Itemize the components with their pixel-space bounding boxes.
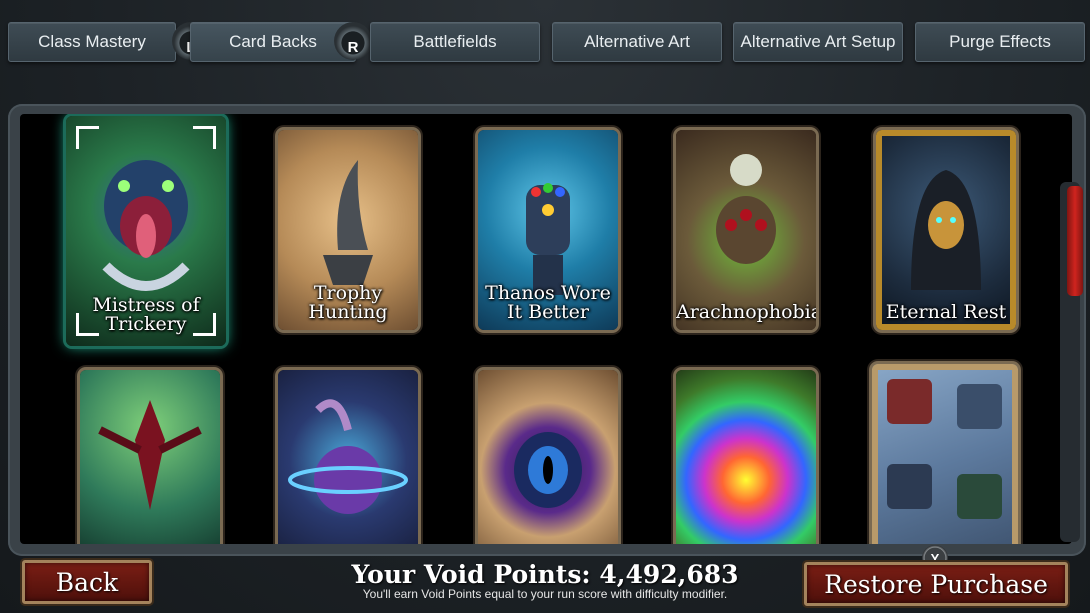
card-grid: Mistress of Trickery Trophy Hunting Than… bbox=[20, 114, 1072, 544]
tab-bar: Class Mastery L Card Backs R Battlefield… bbox=[0, 0, 1090, 72]
scrollbar-thumb[interactable] bbox=[1067, 186, 1083, 296]
selection-corner bbox=[193, 126, 216, 149]
tab-class-mastery[interactable]: Class Mastery bbox=[8, 22, 176, 62]
demon-icon bbox=[98, 400, 202, 510]
card-back-panel: Mistress of Trickery Trophy Hunting Than… bbox=[8, 104, 1086, 556]
card-back-eternal-rest[interactable]: Eternal Rest bbox=[876, 130, 1016, 330]
tab-alternative-art[interactable]: Alternative Art bbox=[552, 22, 722, 62]
card-title: Arachnophobia bbox=[676, 303, 816, 322]
swirl-art bbox=[676, 370, 816, 544]
card-back-void-eye[interactable] bbox=[478, 370, 618, 544]
tab-alternative-art-setup[interactable]: Alternative Art Setup bbox=[733, 22, 903, 62]
selection-corner bbox=[76, 126, 99, 149]
skull-spider-icon bbox=[716, 154, 776, 264]
card-title: Trophy Hunting bbox=[278, 284, 418, 322]
card-title: Eternal Rest bbox=[876, 303, 1016, 322]
bumper-right-icon[interactable]: R bbox=[334, 22, 372, 60]
card-back-tentacle-planet[interactable] bbox=[278, 370, 418, 544]
rune-dice-icon bbox=[887, 379, 1002, 519]
card-title-line: Hunting bbox=[308, 301, 388, 323]
hooded-reaper-icon bbox=[911, 170, 981, 290]
tentacle-planet-icon bbox=[288, 399, 408, 514]
tab-purge-effects[interactable]: Purge Effects bbox=[915, 22, 1085, 62]
card-title-line: Arachnophobia bbox=[676, 301, 816, 323]
card-title-line: Trickery bbox=[105, 313, 187, 335]
card-back-rune-dice[interactable] bbox=[872, 364, 1018, 544]
tab-card-backs[interactable]: Card Backs bbox=[190, 22, 356, 62]
eye-icon bbox=[514, 432, 582, 508]
card-back-demon[interactable] bbox=[80, 370, 220, 544]
card-back-trophy-hunting[interactable]: Trophy Hunting bbox=[278, 130, 418, 330]
tab-battlefields[interactable]: Battlefields bbox=[370, 22, 540, 62]
card-back-rainbow-swirl[interactable] bbox=[676, 370, 816, 544]
card-back-thanos-wore-it-better[interactable]: Thanos Wore It Better bbox=[478, 130, 618, 330]
card-title: Thanos Wore It Better bbox=[478, 284, 618, 322]
card-back-mistress-of-trickery[interactable]: Mistress of Trickery bbox=[66, 116, 226, 346]
card-title-line: It Better bbox=[507, 301, 589, 323]
card-title-line: Eternal Rest bbox=[885, 301, 1007, 323]
card-title: Mistress of Trickery bbox=[66, 296, 226, 334]
restore-purchase-button[interactable]: Restore Purchase bbox=[804, 562, 1068, 606]
card-back-arachnophobia[interactable]: Arachnophobia bbox=[676, 130, 816, 330]
